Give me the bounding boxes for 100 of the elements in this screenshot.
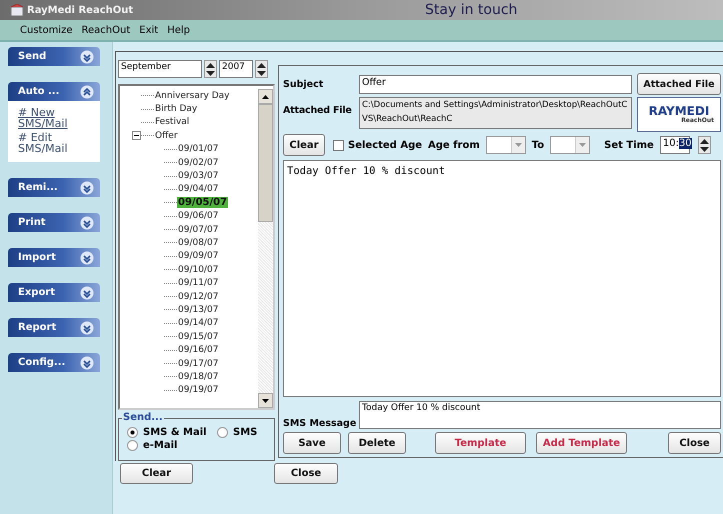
section-label: Auto ...: [18, 86, 60, 97]
form-button[interactable]: Add Template: [536, 432, 627, 454]
year-field[interactable]: 2007: [219, 60, 253, 78]
age-from-label: Age from: [428, 140, 480, 150]
sms-message-field[interactable]: Today Offer 10 % discount: [359, 401, 721, 429]
radio-option[interactable]: e-Mail: [127, 440, 217, 451]
sidebar-section-header[interactable]: Config...: [8, 353, 100, 372]
up-arrow-icon: [206, 62, 215, 68]
menu-item[interactable]: Exit: [139, 24, 158, 36]
tree-item[interactable]: 09/11/07: [177, 278, 220, 288]
radio-option[interactable]: SMS: [217, 427, 267, 438]
month-field[interactable]: September: [118, 60, 202, 78]
age-dropdown[interactable]: [486, 136, 526, 154]
scroll-down-button[interactable]: [258, 393, 273, 408]
radio-option[interactable]: SMS & Mail: [127, 427, 217, 438]
time-spinner[interactable]: [698, 136, 711, 154]
year-spinner[interactable]: [255, 60, 268, 78]
expand-icon: [80, 320, 94, 334]
time-part: :: [676, 138, 679, 149]
tree-item[interactable]: Birth Day: [154, 104, 198, 114]
sidebar-section-header[interactable]: Export: [8, 283, 100, 302]
expand-icon: [80, 180, 94, 194]
menu-item[interactable]: Customize: [20, 24, 72, 36]
section-label: Report: [18, 322, 56, 333]
attached-file-label: Attached File: [283, 105, 353, 116]
form-button[interactable]: Close: [668, 432, 721, 454]
form-button[interactable]: Delete: [348, 432, 406, 454]
tree-item[interactable]: 09/02/07: [177, 158, 220, 168]
month-spinner[interactable]: [204, 60, 217, 78]
tree-item[interactable]: Anniversary Day: [154, 90, 230, 101]
form-button[interactable]: Template: [435, 432, 526, 454]
section-label: Import: [18, 252, 56, 263]
sidebar-section-header[interactable]: Send: [8, 47, 100, 66]
up-arrow-icon: [257, 62, 266, 68]
tree-item[interactable]: 09/03/07: [177, 171, 220, 182]
dropdown-arrow-icon: [579, 143, 586, 147]
tree-item[interactable]: 09/09/07: [177, 251, 220, 262]
section-label: Print: [18, 217, 46, 228]
subject-field[interactable]: Offer: [359, 74, 632, 94]
section-label: Remi...: [18, 182, 58, 193]
tree-item[interactable]: Offer: [154, 130, 179, 141]
sidebar-section-header[interactable]: Print: [8, 213, 100, 232]
sidebar-link[interactable]: # New SMS/Mail: [18, 107, 90, 129]
down-arrow-icon: [262, 398, 269, 402]
sidebar-section-header[interactable]: Auto ...: [8, 82, 100, 101]
menu-item[interactable]: ReachOut: [82, 24, 130, 36]
to-label: To: [532, 140, 544, 150]
time-field[interactable]: 10:30: [660, 136, 690, 154]
time-part: 10: [662, 138, 676, 149]
message-text-area[interactable]: Today Offer 10 % discount: [283, 160, 721, 397]
tree-item[interactable]: 09/16/07: [177, 345, 220, 356]
tree-item[interactable]: 09/01/07: [177, 144, 220, 154]
group-title: Send...: [122, 412, 164, 423]
tree-item[interactable]: 09/14/07: [177, 318, 220, 328]
tree-item[interactable]: 09/10/07: [177, 264, 220, 275]
up-arrow-icon: [262, 94, 269, 98]
app-icon: [10, 4, 24, 16]
expand-icon: [80, 250, 94, 264]
menu-item[interactable]: Help: [167, 24, 190, 36]
year-value: 2007: [222, 62, 245, 72]
form-button[interactable]: Save: [283, 432, 341, 454]
tree-item[interactable]: 09/07/07: [177, 224, 220, 235]
clear-button[interactable]: Clear: [283, 134, 325, 156]
up-arrow-icon: [700, 138, 709, 144]
down-arrow-icon: [700, 146, 709, 152]
tree-item[interactable]: 09/18/07: [177, 372, 220, 382]
attached-file-field[interactable]: C:\Documents and Settings\Administrator\Desktop\ReachOutCVS\ReachOut\ReachC: [359, 97, 632, 129]
tree-item[interactable]: 09/13/07: [177, 304, 220, 315]
tree-item[interactable]: Festival: [154, 117, 190, 128]
down-arrow-icon: [257, 70, 266, 76]
attached-file-button[interactable]: Attached File: [637, 73, 721, 95]
sidebar-section-header[interactable]: Import: [8, 248, 100, 267]
tree-item[interactable]: 09/04/07: [177, 184, 220, 194]
collapse-icon: [80, 84, 94, 98]
tree-item[interactable]: 09/06/07: [177, 211, 220, 222]
tree-item[interactable]: 09/19/07: [177, 385, 220, 396]
expand-icon: [80, 50, 94, 64]
section-label: Send: [18, 51, 46, 62]
down-arrow-icon: [206, 70, 215, 76]
expand-icon: [80, 216, 94, 230]
tree-item[interactable]: 09/08/07: [177, 238, 220, 248]
section-label: Config...: [18, 357, 66, 368]
sidebar-section-header[interactable]: Remi...: [8, 178, 100, 197]
scroll-up-button[interactable]: [258, 89, 273, 104]
tree-item[interactable]: 09/15/07: [177, 332, 220, 342]
tree-item[interactable]: 09/17/07: [177, 358, 220, 368]
sidebar-section-header[interactable]: Report: [8, 318, 100, 337]
expand-icon: [80, 356, 94, 370]
scrollbar[interactable]: [258, 89, 273, 408]
dropdown-arrow-icon: [514, 143, 522, 147]
scroll-thumb[interactable]: [258, 104, 273, 222]
time-part: 30: [678, 138, 692, 149]
age-dropdown[interactable]: [550, 136, 590, 154]
tree-item[interactable]: 09/05/07: [177, 197, 228, 208]
clear-button[interactable]: Clear: [120, 463, 193, 484]
selected-age-checkbox[interactable]: Selected Age: [333, 140, 422, 150]
close-button[interactable]: Close: [274, 463, 338, 484]
sidebar-link[interactable]: # Edit SMS/Mail: [18, 132, 90, 154]
set-time-label: Set Time: [604, 140, 654, 150]
tree-item[interactable]: 09/12/07: [177, 292, 220, 302]
